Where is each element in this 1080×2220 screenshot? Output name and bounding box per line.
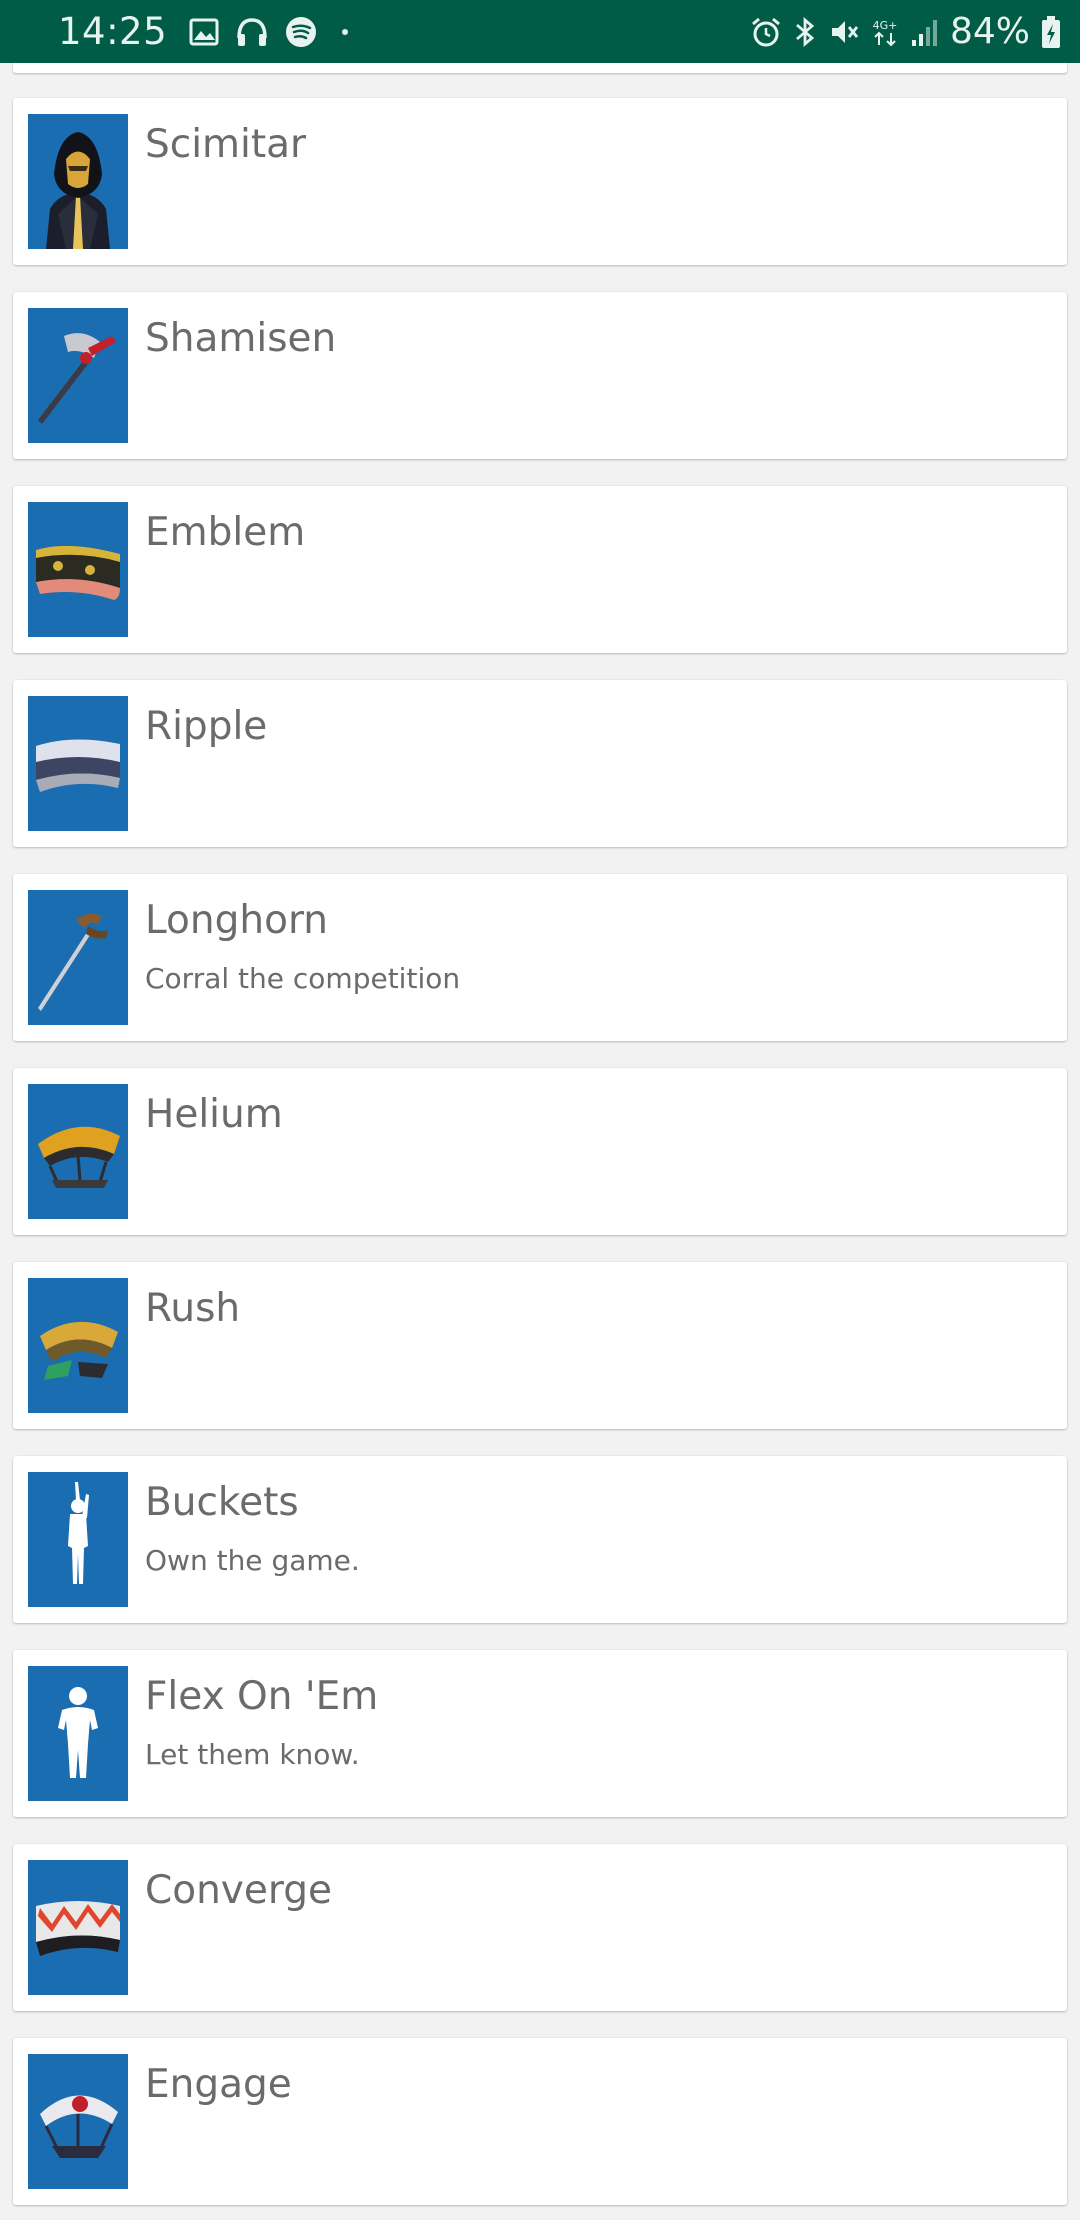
pickaxe-icon xyxy=(28,308,128,443)
bluetooth-icon xyxy=(792,16,818,48)
gallery-icon xyxy=(189,18,219,46)
wrap-icon xyxy=(28,696,128,831)
network-4g-icon: 4G+ xyxy=(870,16,900,48)
item-title: Flex On 'Em xyxy=(145,1674,379,1719)
emote-icon xyxy=(28,1666,128,1801)
svg-text:4G+: 4G+ xyxy=(873,19,898,32)
emote-icon xyxy=(28,1472,128,1607)
mute-icon xyxy=(828,16,860,48)
wrap-icon xyxy=(28,502,128,637)
item-title: Scimitar xyxy=(145,122,307,167)
item-description: Own the game. xyxy=(145,1544,360,1577)
list-item[interactable]: Scimitar xyxy=(13,98,1067,265)
list-item[interactable]: Rush xyxy=(13,1262,1067,1429)
glider-icon xyxy=(28,1278,128,1413)
list-item[interactable]: Flex On 'Em Let them know. xyxy=(13,1650,1067,1817)
status-bar: 14:25 4G+ 84% xyxy=(0,0,1080,63)
spotify-icon xyxy=(285,16,317,48)
item-description: Let them know. xyxy=(145,1738,360,1771)
alarm-icon xyxy=(750,16,782,48)
item-description: Corral the competition xyxy=(145,962,461,995)
item-title: Converge xyxy=(145,1868,332,1913)
list-item[interactable]: Helium xyxy=(13,1068,1067,1235)
battery-percent: 84% xyxy=(949,11,1030,52)
wrap-icon xyxy=(28,1860,128,1995)
list-item[interactable]: Emblem xyxy=(13,486,1067,653)
headphones-icon xyxy=(235,16,269,48)
battery-charging-icon xyxy=(1040,15,1062,49)
glider-icon xyxy=(28,2054,128,2189)
item-title: Helium xyxy=(145,1092,283,1137)
cosmetics-list: Scimitar Shamisen Emblem Ripple Longhorn… xyxy=(0,0,1080,2220)
list-item[interactable]: Converge xyxy=(13,1844,1067,2011)
signal-icon xyxy=(910,16,940,48)
list-item[interactable]: Shamisen xyxy=(13,292,1067,459)
item-title: Buckets xyxy=(145,1480,299,1525)
list-item[interactable]: Buckets Own the game. xyxy=(13,1456,1067,1623)
item-title: Rush xyxy=(145,1286,241,1331)
item-title: Emblem xyxy=(145,510,306,555)
status-time: 14:25 xyxy=(58,10,168,53)
list-item[interactable]: Ripple xyxy=(13,680,1067,847)
pickaxe-icon xyxy=(28,890,128,1025)
item-title: Longhorn xyxy=(145,898,329,943)
item-title: Engage xyxy=(145,2062,292,2107)
item-title: Shamisen xyxy=(145,316,337,361)
glider-icon xyxy=(28,1084,128,1219)
list-item[interactable]: Longhorn Corral the competition xyxy=(13,874,1067,1041)
item-title: Ripple xyxy=(145,704,268,749)
list-item[interactable]: Engage xyxy=(13,2038,1067,2205)
outfit-icon xyxy=(28,114,128,249)
dot-icon xyxy=(333,26,357,38)
